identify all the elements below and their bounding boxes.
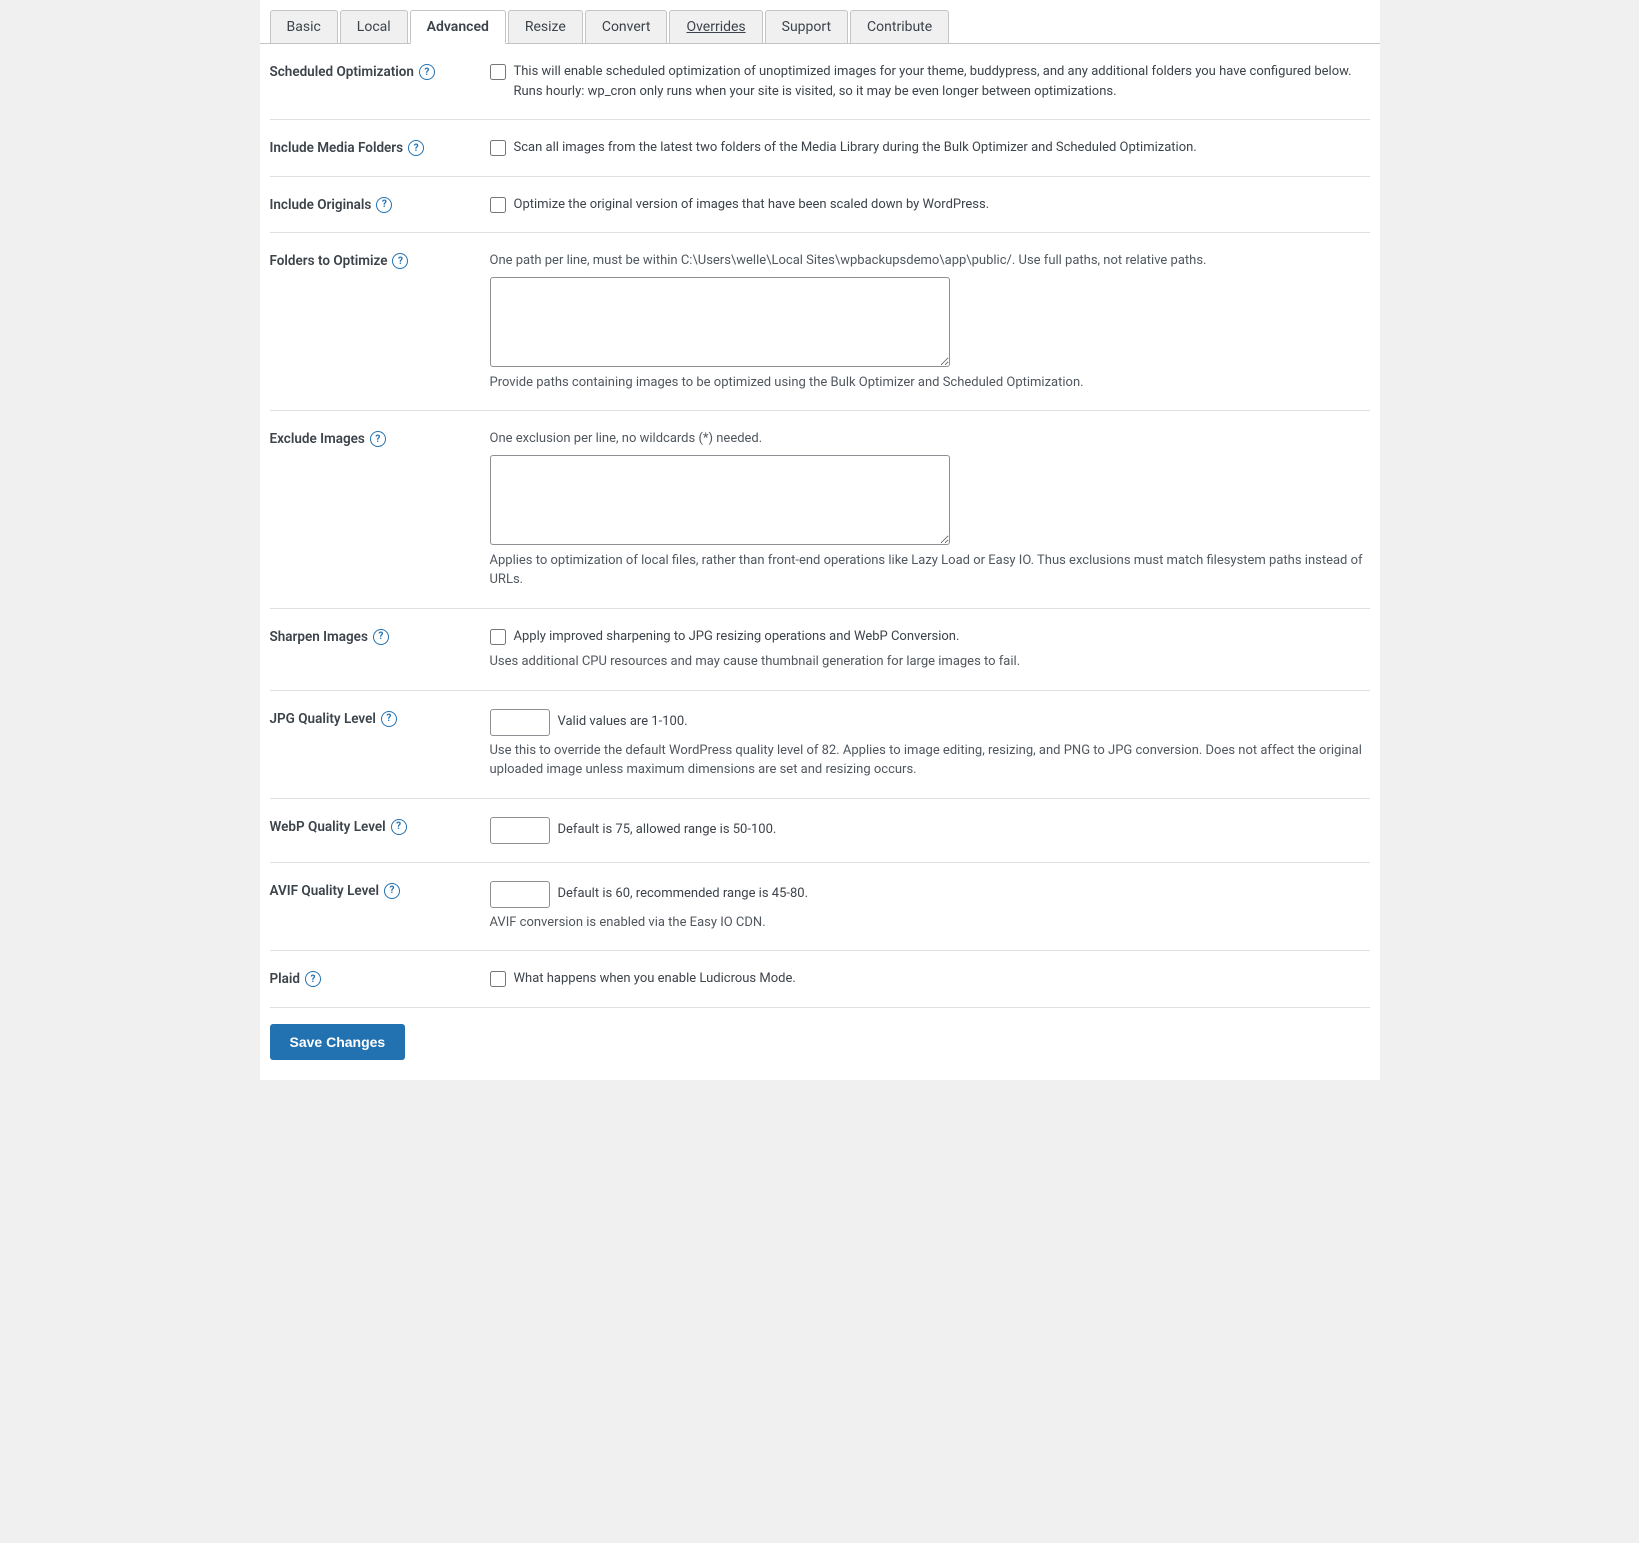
help-icon-sharpen-images[interactable]: ? (373, 629, 389, 645)
input-avif-quality-level[interactable] (490, 881, 550, 908)
input-webp-quality-level[interactable] (490, 817, 550, 844)
footer-exclude-images: Applies to optimization of local files, … (490, 551, 1370, 590)
row-include-originals: Include Originals ? Optimize the origina… (270, 177, 1370, 234)
desc-sharpen-images: Apply improved sharpening to JPG resizin… (514, 627, 960, 647)
desc-plaid: What happens when you enable Ludicrous M… (514, 969, 796, 989)
help-icon-include-originals[interactable]: ? (376, 197, 392, 213)
checkbox-wrap-include-originals: Optimize the original version of images … (490, 195, 1370, 215)
sub-desc-sharpen-images: Uses additional CPU resources and may ca… (490, 652, 1370, 672)
desc-scheduled-optimization: This will enable scheduled optimization … (514, 62, 1370, 101)
content-include-media-folders: Scan all images from the latest two fold… (490, 138, 1370, 158)
row-webp-quality-level: WebP Quality Level ? Default is 75, allo… (270, 799, 1370, 863)
checkbox-wrap-include-media-folders: Scan all images from the latest two fold… (490, 138, 1370, 158)
input-jpg-quality-level[interactable] (490, 709, 550, 736)
label-plaid: Plaid ? (270, 969, 490, 987)
tab-advanced[interactable]: Advanced (410, 10, 506, 44)
checkbox-include-originals[interactable] (490, 197, 506, 213)
textarea-exclude-images[interactable] (490, 455, 950, 545)
hint-webp-quality-level: Default is 75, allowed range is 50-100. (558, 820, 777, 840)
label-avif-quality-level: AVIF Quality Level ? (270, 881, 490, 899)
row-sharpen-images: Sharpen Images ? Apply improved sharpeni… (270, 609, 1370, 691)
hint-jpg-quality-level: Valid values are 1-100. (558, 712, 688, 732)
tab-resize[interactable]: Resize (508, 10, 583, 43)
tabs-nav: Basic Local Advanced Resize Convert Over… (260, 0, 1380, 44)
help-icon-folders-to-optimize[interactable]: ? (392, 253, 408, 269)
row-include-media-folders: Include Media Folders ? Scan all images … (270, 120, 1370, 177)
label-include-media-folders: Include Media Folders ? (270, 138, 490, 156)
checkbox-wrap-sharpen-images: Apply improved sharpening to JPG resizin… (490, 627, 1370, 647)
content-folders-to-optimize: One path per line, must be within C:\Use… (490, 251, 1370, 392)
row-exclude-images: Exclude Images ? One exclusion per line,… (270, 411, 1370, 609)
tab-support[interactable]: Support (765, 10, 848, 43)
label-sharpen-images: Sharpen Images ? (270, 627, 490, 645)
row-folders-to-optimize: Folders to Optimize ? One path per line,… (270, 233, 1370, 411)
footer-avif-quality-level: AVIF conversion is enabled via the Easy … (490, 913, 1370, 933)
settings-content: Scheduled Optimization ? This will enabl… (260, 44, 1380, 1080)
tab-basic[interactable]: Basic (270, 10, 338, 43)
checkbox-include-media-folders[interactable] (490, 140, 506, 156)
label-folders-to-optimize: Folders to Optimize ? (270, 251, 490, 269)
content-sharpen-images: Apply improved sharpening to JPG resizin… (490, 627, 1370, 672)
content-jpg-quality-level: Valid values are 1-100. Use this to over… (490, 709, 1370, 780)
checkbox-sharpen-images[interactable] (490, 629, 506, 645)
save-button-wrap: Save Changes (270, 1008, 1370, 1060)
hint-exclude-images: One exclusion per line, no wildcards (*)… (490, 429, 1370, 449)
content-plaid: What happens when you enable Ludicrous M… (490, 969, 1370, 989)
help-icon-exclude-images[interactable]: ? (370, 431, 386, 447)
checkbox-wrap-plaid: What happens when you enable Ludicrous M… (490, 969, 1370, 989)
checkbox-plaid[interactable] (490, 971, 506, 987)
desc-jpg-quality-level: Use this to override the default WordPre… (490, 741, 1370, 780)
content-avif-quality-level: Default is 60, recommended range is 45-8… (490, 881, 1370, 933)
desc-include-originals: Optimize the original version of images … (514, 195, 990, 215)
jpg-quality-inline: Valid values are 1-100. (490, 709, 1370, 736)
label-include-originals: Include Originals ? (270, 195, 490, 213)
content-include-originals: Optimize the original version of images … (490, 195, 1370, 215)
row-avif-quality-level: AVIF Quality Level ? Default is 60, reco… (270, 863, 1370, 952)
help-icon-jpg-quality-level[interactable]: ? (381, 711, 397, 727)
help-icon-include-media-folders[interactable]: ? (408, 140, 424, 156)
webp-quality-inline: Default is 75, allowed range is 50-100. (490, 817, 1370, 844)
help-icon-scheduled-optimization[interactable]: ? (419, 64, 435, 80)
content-webp-quality-level: Default is 75, allowed range is 50-100. (490, 817, 1370, 844)
row-scheduled-optimization: Scheduled Optimization ? This will enabl… (270, 44, 1370, 120)
tab-convert[interactable]: Convert (585, 10, 668, 43)
help-icon-webp-quality-level[interactable]: ? (391, 819, 407, 835)
label-exclude-images: Exclude Images ? (270, 429, 490, 447)
checkbox-scheduled-optimization[interactable] (490, 64, 506, 80)
hint-avif-quality-level: Default is 60, recommended range is 45-8… (558, 884, 809, 904)
content-scheduled-optimization: This will enable scheduled optimization … (490, 62, 1370, 101)
checkbox-wrap-scheduled-optimization: This will enable scheduled optimization … (490, 62, 1370, 101)
tab-local[interactable]: Local (340, 10, 408, 43)
footer-folders-to-optimize: Provide paths containing images to be op… (490, 373, 1370, 393)
label-jpg-quality-level: JPG Quality Level ? (270, 709, 490, 727)
desc-include-media-folders: Scan all images from the latest two fold… (514, 138, 1197, 158)
tab-overrides[interactable]: Overrides (669, 10, 762, 43)
textarea-folders-to-optimize[interactable] (490, 277, 950, 367)
avif-quality-inline: Default is 60, recommended range is 45-8… (490, 881, 1370, 908)
row-jpg-quality-level: JPG Quality Level ? Valid values are 1-1… (270, 691, 1370, 799)
label-webp-quality-level: WebP Quality Level ? (270, 817, 490, 835)
tab-contribute[interactable]: Contribute (850, 10, 949, 43)
content-exclude-images: One exclusion per line, no wildcards (*)… (490, 429, 1370, 590)
help-icon-avif-quality-level[interactable]: ? (384, 883, 400, 899)
row-plaid: Plaid ? What happens when you enable Lud… (270, 951, 1370, 1008)
help-icon-plaid[interactable]: ? (305, 971, 321, 987)
hint-folders-to-optimize: One path per line, must be within C:\Use… (490, 251, 1370, 271)
label-scheduled-optimization: Scheduled Optimization ? (270, 62, 490, 80)
save-button[interactable]: Save Changes (270, 1024, 406, 1060)
